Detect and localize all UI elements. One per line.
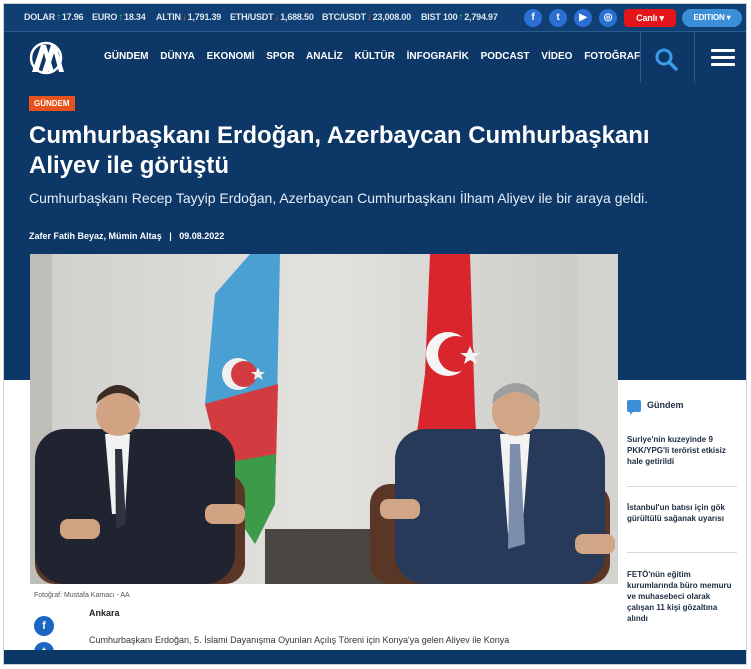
ticker-eth[interactable]: ETH/USDT↓1,688.50 — [230, 12, 314, 23]
ticker-btc[interactable]: BTC/USDT↓23,008.00 — [322, 12, 411, 23]
arrow-down-icon: ↓ — [366, 12, 372, 23]
sidebar-item[interactable]: FETÖ'nün eğitim kurumlarında büro memuru… — [627, 569, 737, 624]
article-body: Cumhurbaşkanı Erdoğan, 5. İslami Dayanış… — [89, 635, 510, 645]
aa-logo[interactable] — [26, 41, 66, 75]
nav-item-video[interactable]: VİDEO — [541, 51, 572, 62]
twitter-icon[interactable]: t — [549, 9, 567, 27]
nav-divider — [694, 32, 695, 84]
nav-item-kultur[interactable]: KÜLTÜR — [354, 51, 394, 62]
youtube-icon[interactable]: ▶ — [574, 9, 592, 27]
nav-divider — [640, 32, 641, 84]
arrow-down-icon: ↓ — [274, 12, 280, 23]
main-nav: GÜNDEM DÜNYA EKONOMİ SPOR ANALİZ KÜLTÜR … — [4, 31, 746, 84]
sidebar-divider — [627, 486, 737, 487]
arrow-up-icon: ↑ — [118, 12, 124, 23]
sidebar-item[interactable]: İstanbul'un batısı için gök gürültülü sa… — [627, 502, 737, 524]
ticker-altin[interactable]: ALTIN↓1,791.39 — [156, 12, 221, 23]
category-badge[interactable]: GÜNDEM — [29, 96, 75, 111]
ticker-bist[interactable]: BIST 100↑2,794.97 — [421, 12, 498, 23]
nav-item-ekonomi[interactable]: EKONOMİ — [207, 51, 255, 62]
arrow-up-icon: ↑ — [56, 12, 61, 23]
browser-frame: DOLAR↑17.96 EURO↑18.34 ALTIN↓1,791.39 ET… — [3, 3, 747, 665]
article-byline: Zafer Fatih Beyaz, Mümin Altaş | 09.08.2… — [29, 231, 225, 241]
sidebar-category[interactable]: Gündem — [627, 400, 684, 410]
menu-icon[interactable] — [711, 49, 735, 67]
article-lead: Cumhurbaşkanı Recep Tayyip Erdoğan, Azer… — [29, 190, 649, 206]
article-photo — [30, 254, 618, 584]
nav-item-analiz[interactable]: ANALİZ — [306, 51, 343, 62]
sidebar-item[interactable]: Suriye'nin kuzeyinde 9 PKK/YPG'li teröri… — [627, 434, 737, 467]
ticker-dolar[interactable]: DOLAR↑17.96 — [24, 12, 84, 23]
market-ticker: DOLAR↑17.96 EURO↑18.34 ALTIN↓1,791.39 ET… — [4, 4, 746, 31]
arrow-up-icon: ↑ — [458, 12, 464, 23]
nav-item-fotograf[interactable]: FOTOĞRAF — [584, 51, 640, 62]
nav-item-podcast[interactable]: PODCAST — [481, 51, 530, 62]
article-location: Ankara — [89, 608, 120, 618]
photo-credit: Fotoğraf: Mustafa Kamacı - AA — [34, 592, 130, 599]
nav-menu: GÜNDEM DÜNYA EKONOMİ SPOR ANALİZ KÜLTÜR … — [104, 51, 649, 62]
nav-item-spor[interactable]: SPOR — [266, 51, 294, 62]
instagram-icon[interactable]: ◎ — [599, 9, 617, 27]
live-button[interactable]: Canlı ▾ — [624, 9, 676, 27]
bottom-bar — [4, 650, 746, 664]
facebook-icon[interactable]: f — [524, 9, 542, 27]
facebook-share-icon[interactable]: f — [34, 616, 54, 636]
article-title: Cumhurbaşkanı Erdoğan, Azerbaycan Cumhur… — [29, 122, 650, 179]
ticker-euro[interactable]: EURO↑18.34 — [92, 12, 146, 23]
edition-selector[interactable]: EDITION ▾ — [682, 9, 742, 27]
sidebar-divider — [627, 552, 737, 553]
nav-item-infografik[interactable]: İNFOGRAFİK — [407, 51, 469, 62]
nav-item-dunya[interactable]: DÜNYA — [160, 51, 195, 62]
search-icon[interactable] — [654, 47, 678, 71]
nav-item-gundem[interactable]: GÜNDEM — [104, 51, 148, 62]
arrow-down-icon: ↓ — [181, 12, 187, 23]
